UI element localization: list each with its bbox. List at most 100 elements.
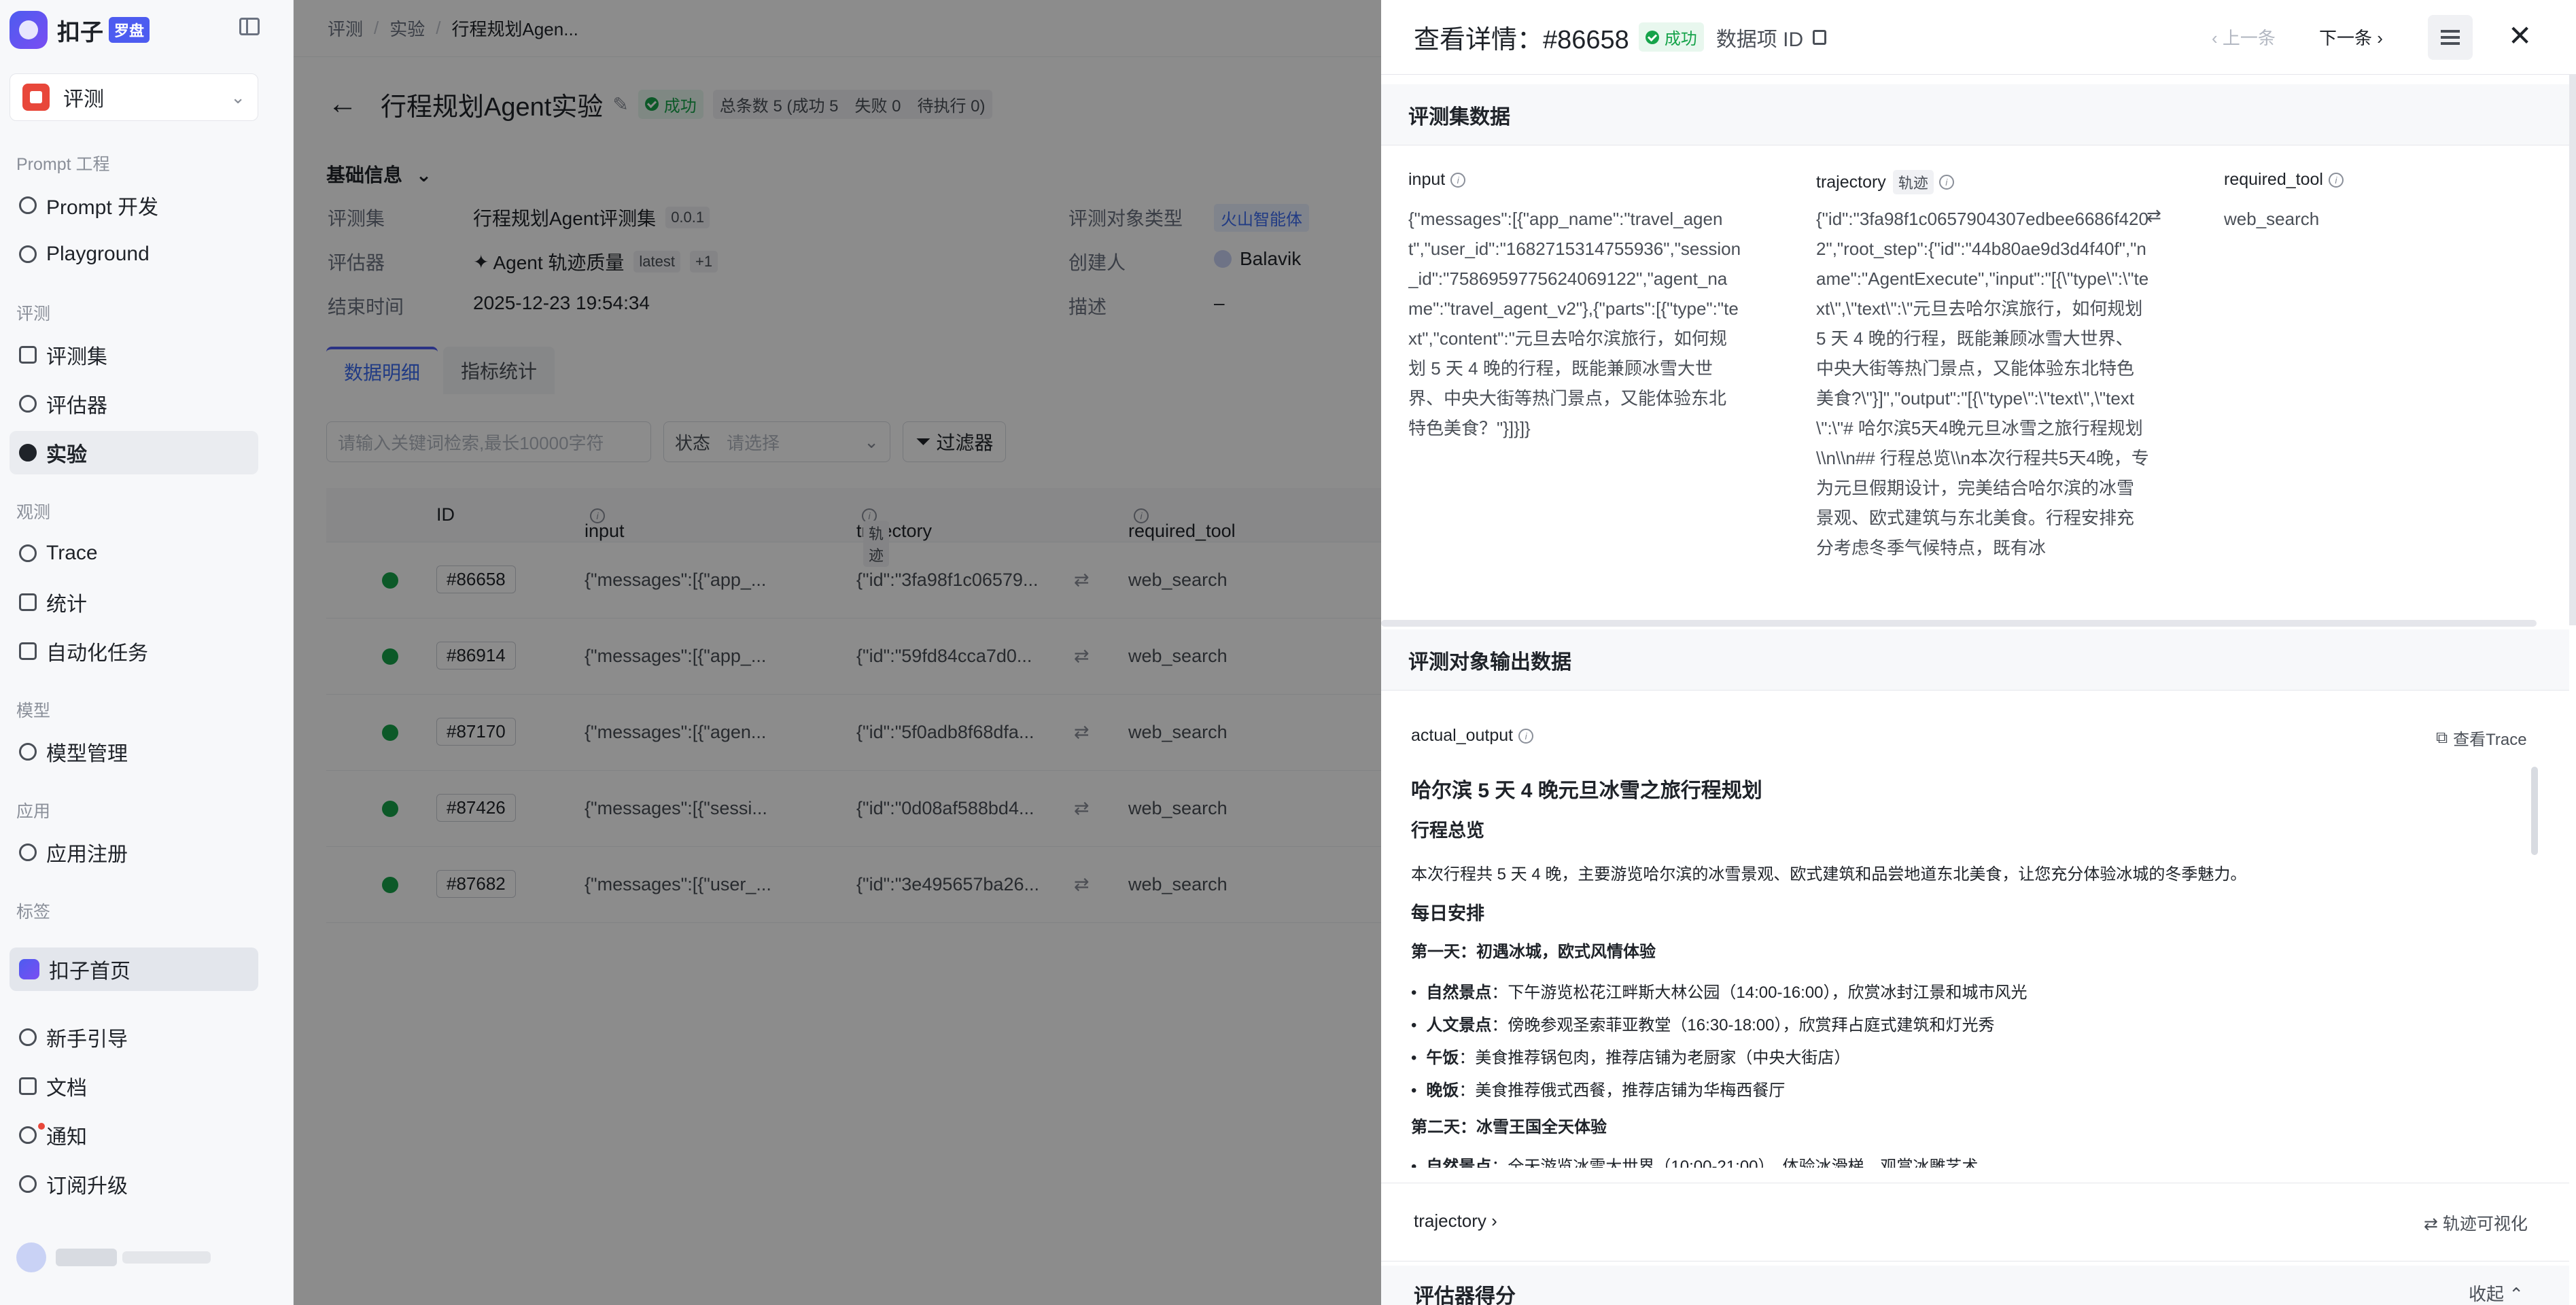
app-icon [19,843,37,861]
nav-group-app: 应用 [16,802,51,821]
brand-name: 扣子 [57,19,103,46]
collapse-button[interactable]: 收起 ⌃ [2469,1281,2524,1305]
trace-icon [19,544,37,562]
swap-icon[interactable]: ⇄ [2146,205,2161,226]
list-item-value: ：傍晚参观圣索菲亚教堂（16:30-18:00），欣赏拜占庭式建筑和灯光秀 [1491,1016,1995,1034]
prev-button[interactable]: ‹ 上一条 [2212,24,2276,50]
info-icon[interactable]: i [1450,172,1466,188]
output-overview-text: 本次行程共 5 天 4 晚，主要游览哈尔滨的冰雪景观、欧式建筑和品尝地道东北美食… [1411,865,2247,884]
view-trace-link[interactable]: ⧉ 查看Trace [2436,726,2527,750]
output-scrollbar[interactable] [2531,767,2538,855]
drawer-header: 查看详情：#86658 成功 数据项 ID [1381,0,2576,75]
doc-icon [19,1077,37,1095]
trajectory-expand[interactable]: trajectory › [1414,1211,1497,1232]
sidebar-item-upgrade[interactable]: 订阅升级 [10,1162,258,1206]
sidebar-item-stats[interactable]: 统计 [10,580,258,624]
sidebar-item-docs[interactable]: 文档 [10,1064,258,1108]
evaluator-score-title: 评估器得分 [1414,1285,1516,1305]
sidebar-item-label: 新手引导 [46,1028,128,1051]
trajectory-tag: 轨迹 [1892,170,1934,194]
field-label: input [1408,170,1446,189]
sidebar-item-label: 模型管理 [46,743,128,765]
sidebar-item-label: 通知 [46,1126,87,1149]
sidebar-item-label: 实验 [46,444,87,466]
required-tool-field-title: required_tool i [2224,170,2344,190]
trajectory-visualize-label: 轨迹可视化 [2442,1215,2528,1234]
trajectory-row: trajectory › ⇄ 轨迹可视化 [1381,1183,2569,1262]
avatar [16,1242,46,1272]
chevron-up-icon: ⌃ [2509,1284,2524,1304]
nav-group-prompt: Prompt 工程 [16,155,110,174]
close-icon[interactable]: ✕ [2508,19,2532,52]
nav-group-eval: 评测 [16,304,51,324]
sidebar-collapse-icon[interactable] [239,18,260,35]
info-icon[interactable]: i [1938,175,1954,190]
sidebar-item-label: 自动化任务 [46,642,148,665]
field-label: trajectory [1816,172,1886,192]
sidebar-item-trace[interactable]: Trace [10,532,258,575]
sidebar-item-guide[interactable]: 新手引导 [10,1015,258,1059]
sidebar-item-app-reg[interactable]: 应用注册 [10,831,258,874]
output-heading-1: 哈尔滨 5 天 4 晚元旦冰雪之旅行程规划 [1411,780,1762,802]
sidebar-item-notify[interactable]: 通知 [10,1113,258,1157]
flask-icon [19,444,37,462]
upgrade-icon [19,1175,37,1193]
sidebar-item-label: 评测集 [46,346,107,368]
sidebar-item-playground[interactable]: Playground [10,232,258,276]
list-item-value: ：全天游览冰雪大世界（10:00-21:00），体验冰滑梯，观赏冰雕艺术 [1491,1158,1979,1168]
sidebar-item-home[interactable]: 扣子首页 [10,947,258,991]
data-item-id-label: 数据项 ID [1716,28,1804,51]
output-section-title: 评测对象输出数据 [1381,629,2569,691]
list-item-value: ：美食推荐锅包肉，推荐店铺为老厨家（中央大街店） [1459,1049,1851,1067]
list-item-key: 自然景点 [1426,1158,1492,1168]
sidebar-item-label: 订阅升级 [46,1175,128,1198]
brand-logo[interactable]: 扣子 罗盘 [10,10,150,50]
nav-group-model: 模型 [16,701,51,720]
brand-badge: 罗盘 [109,17,150,43]
output-day2-title: 第二天：冰雪王国全天体验 [1411,1118,1607,1136]
vertical-scrollbar[interactable] [2569,75,2576,625]
horizontal-scrollbar[interactable] [1381,620,2537,627]
sidebar-item-experiment[interactable]: 实验 [10,431,258,474]
sidebar-item-label: 扣子首页 [49,960,130,983]
view-trace-label: 查看Trace [2453,731,2527,749]
copy-icon[interactable] [1813,29,1827,45]
database-icon [19,346,37,364]
prev-label: 上一条 [2222,28,2276,48]
list-item-key: 人文景点 [1426,1016,1492,1034]
sidebar-item-label: 统计 [46,593,87,616]
list-item-value: ：下午游览松花江畔斯大林公园（14:00-16:00），欣赏冰封江景和城市风光 [1491,984,2027,1002]
output-heading-daily: 每日安排 [1411,903,1484,924]
info-icon[interactable]: i [1518,728,1534,744]
info-icon[interactable]: i [2328,172,2344,188]
next-button[interactable]: 下一条 › [2319,24,2383,50]
sidebar-item-auto-task[interactable]: 自动化任务 [10,629,258,673]
space-icon [22,84,50,111]
sidebar-item-prompt-dev[interactable]: Prompt 开发 [10,184,258,227]
actual-output-field-title: actual_output i [1411,726,1534,746]
user-meta-redacted [122,1251,211,1264]
chart-icon [19,593,37,611]
user-profile[interactable] [10,1236,258,1279]
settings-button[interactable] [2428,15,2473,60]
user-name-redacted [56,1249,117,1266]
trajectory-field-title: trajectory 轨迹 i [1816,170,1954,194]
sidebar-item-label: Playground [46,243,150,265]
trajectory-field-value: {"id":"3fa98f1c0657904307edbee6686f4202"… [1816,209,2149,558]
notification-dot [38,1123,45,1130]
coze-home-icon [19,959,39,979]
sidebar-item-evaluator[interactable]: 评估器 [10,382,258,425]
field-label: actual_output [1411,726,1514,745]
sidebar-item-label: Prompt 开发 [46,196,159,219]
detail-drawer: 查看详情：#86658 成功 数据项 ID ‹ 上一条 下一条 › ✕ 评测集数… [1381,0,2576,1305]
trajectory-visualize-button[interactable]: ⇄ 轨迹可视化 [2424,1211,2528,1235]
sidebar-item-label: 评估器 [46,395,107,417]
sidebar-item-model-mgmt[interactable]: 模型管理 [10,730,258,773]
space-selector[interactable]: 评测 ⌄ [10,73,258,121]
sidebar-item-eval-set[interactable]: 评测集 [10,333,258,377]
dataset-section-title: 评测集数据 [1381,84,2569,145]
sidebar-item-label: 应用注册 [46,843,128,866]
list-item-key: 午饭 [1426,1049,1459,1067]
trace-icon: ⧉ [2436,728,2448,747]
bulb-icon [19,395,37,413]
